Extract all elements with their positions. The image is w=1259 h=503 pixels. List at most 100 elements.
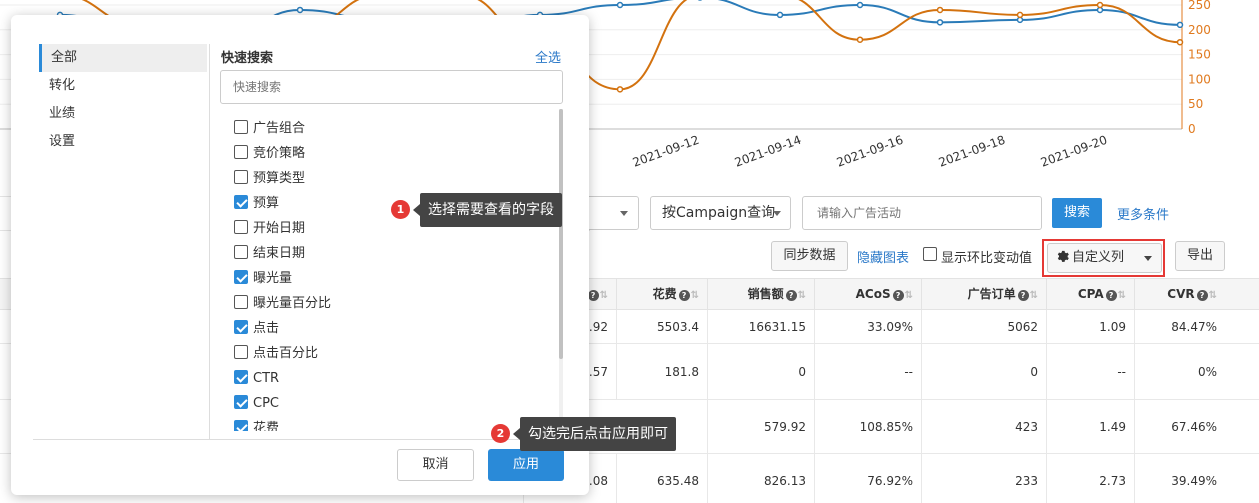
checkbox-checked-icon[interactable] [234,320,248,334]
sort-icon: ⇅ [599,290,608,301]
field-option[interactable]: 预算 [234,194,279,214]
more-conditions-link[interactable]: 更多条件 [1117,204,1169,223]
field-option-label: 花费 [253,421,280,431]
apply-button[interactable]: 应用 [488,449,564,481]
checkbox-checked-icon[interactable] [234,370,248,384]
data-point [936,6,944,14]
column-header-cpa[interactable]: CPA? ⇅ [1046,279,1134,310]
y-tick-label: 100 [1188,72,1211,86]
checkbox-checked-icon[interactable] [234,195,248,209]
field-option[interactable]: 广告组合 [234,119,305,139]
table-cell: 84.47% [1134,310,1225,344]
y-tick-label: 200 [1188,23,1211,37]
field-option-label: 预算 [253,196,280,211]
column-header-spend[interactable]: 花费? ⇅ [616,279,707,310]
custom-columns-label: 自定义列 [1072,250,1125,265]
field-option-label: 点击 [253,321,280,336]
checkbox-checked-icon[interactable] [234,395,248,409]
data-point [776,11,784,19]
field-option-label: 竞价策略 [253,146,306,161]
custom-columns-button[interactable]: 自定义列 [1047,243,1135,273]
nav-item-performance[interactable]: 业绩 [39,100,207,128]
sort-icon: ⇅ [1029,290,1038,301]
help-icon: ? [678,290,690,301]
checkbox-icon[interactable] [234,120,248,134]
campaign-query-value: 按Campaign查询 [662,205,776,221]
x-tick-label: 2021-09-16 [835,133,905,170]
custom-columns-modal: 全部 转化 业绩 设置 快速搜索 全选 广告组合竞价策略预算类型预算开始日期结束… [11,15,589,495]
field-option-label: 曝光量 [253,271,293,286]
field-option[interactable]: 曝光量百分比 [234,294,331,314]
search-button[interactable]: 搜索 [1052,198,1102,228]
field-option[interactable]: 开始日期 [234,219,305,239]
sort-icon: ⇅ [1208,290,1217,301]
data-point [296,6,304,14]
cancel-button[interactable]: 取消 [397,449,474,481]
table-cell: 181.8 [616,344,707,400]
quick-search-input[interactable] [220,70,563,104]
checkbox-checked-icon[interactable] [234,270,248,284]
table-cell: 5503.4 [616,310,707,344]
y-tick-label: 50 [1188,97,1203,111]
field-checkbox-list: 广告组合竞价策略预算类型预算开始日期结束日期曝光量曝光量百分比 点击点击百分比 CT… [220,109,563,431]
table-cell: 76.92% [814,454,921,503]
help-icon: ? [1017,290,1029,301]
field-option-label: 广告组合 [253,121,306,136]
column-header-cvr[interactable]: CVR? ⇅ [1134,279,1225,310]
table-cell: 423 [921,400,1046,454]
field-option[interactable]: 曝光量 [234,269,292,289]
field-option[interactable]: 竞价策略 [234,144,305,164]
help-icon: ? [892,290,904,301]
field-option[interactable]: 点击 [234,319,279,339]
table-cell: 0 [707,344,814,400]
field-option[interactable]: CTR [234,369,279,389]
nav-item-all[interactable]: 全部 [39,44,207,72]
column-header-ad-orders[interactable]: 广告订单? ⇅ [921,279,1046,310]
field-option[interactable]: 花费 [234,419,279,431]
checkbox-icon[interactable] [234,295,248,309]
table-cell: 1.49 [1046,400,1134,454]
nav-item-conversion[interactable]: 转化 [39,72,207,100]
nav-item-settings[interactable]: 设置 [39,128,207,156]
step-badge-2: 2 [491,424,510,443]
table-cell: 579.92 [707,400,814,454]
checkbox-checked-icon[interactable] [234,420,248,431]
tooltip-step-2: 勾选完后点击应用即可 [513,417,676,451]
table-cell: 0 [921,344,1046,400]
field-option-label: CTR [253,371,280,386]
campaign-query-select[interactable]: 按Campaign查询 [650,196,791,230]
data-point [856,1,864,9]
export-button[interactable]: 导出 [1175,241,1225,271]
help-icon: ? [587,290,599,301]
ad-campaign-search-input[interactable] [802,196,1042,230]
field-option-label: 开始日期 [253,221,306,236]
sync-data-button[interactable]: 同步数据 [771,241,848,271]
vertical-divider [209,44,210,440]
field-option-label: 曝光量百分比 [253,296,332,311]
field-list-scrollbar[interactable] [559,109,563,431]
checkbox-icon[interactable] [234,170,248,184]
scrollbar-thumb[interactable] [559,109,563,359]
checkbox-icon[interactable] [234,245,248,259]
table-cell: 39.49% [1134,454,1225,503]
compare-checkbox[interactable] [923,247,937,261]
custom-columns-dropdown[interactable] [1134,243,1162,273]
table-cell: 1.09 [1046,310,1134,344]
field-option[interactable]: CPC [234,394,279,414]
data-point [616,1,624,9]
field-option-label: 点击百分比 [253,346,319,361]
sort-icon: ⇅ [1117,290,1126,301]
field-option[interactable]: 预算类型 [234,169,305,189]
field-option[interactable]: 结束日期 [234,244,305,264]
checkbox-icon[interactable] [234,145,248,159]
table-cell: 67.46% [1134,400,1225,454]
select-all-link[interactable]: 全选 [535,47,561,66]
column-header-sales[interactable]: 销售额? ⇅ [707,279,814,310]
help-icon: ? [1196,290,1208,301]
hide-chart-link[interactable]: 隐藏图表 [857,247,909,266]
field-option[interactable]: 点击百分比 [234,344,318,364]
checkbox-icon[interactable] [234,345,248,359]
column-header-acos[interactable]: ACoS? ⇅ [814,279,921,310]
checkbox-icon[interactable] [234,220,248,234]
table-cell: -- [1046,344,1134,400]
